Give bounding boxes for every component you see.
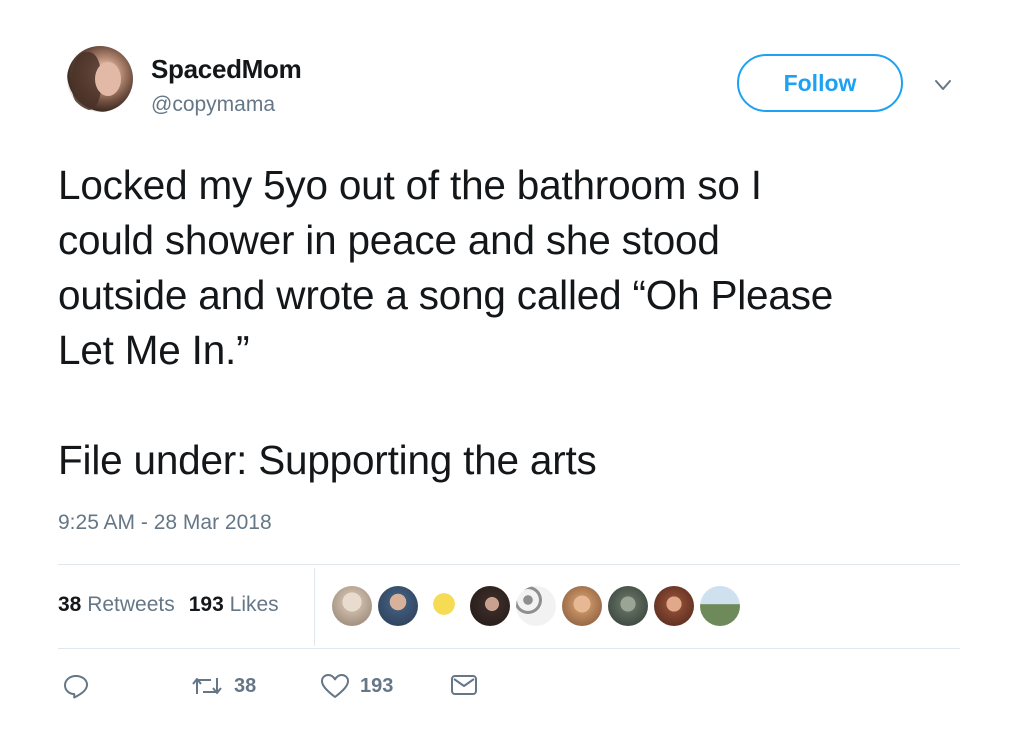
divider-bottom <box>58 648 960 649</box>
tweet-text: Locked my 5yo out of the bathroom so I c… <box>58 162 834 483</box>
tweet-timestamp[interactable]: 9:25 AM - 28 Mar 2018 <box>58 511 272 535</box>
liker-avatar[interactable] <box>470 586 510 626</box>
retweet-action[interactable]: 38 <box>190 672 256 700</box>
retweets-stat[interactable]: 38 Retweets <box>58 593 175 617</box>
liker-avatar[interactable] <box>378 586 418 626</box>
retweet-count: 38 <box>234 674 257 697</box>
stats-separator <box>314 568 315 646</box>
profile-avatar[interactable] <box>67 46 133 112</box>
likes-count: 193 <box>188 593 224 616</box>
display-name[interactable]: SpacedMom <box>151 54 302 85</box>
retweets-label: Retweets <box>87 593 175 616</box>
like-count: 193 <box>360 674 394 697</box>
likes-stat[interactable]: 193 Likes <box>189 593 279 617</box>
retweets-count: 38 <box>58 593 82 616</box>
liker-avatar[interactable] <box>424 586 464 626</box>
like-action[interactable]: 193 <box>320 672 393 700</box>
reply-icon <box>64 675 88 699</box>
user-handle[interactable]: @copymama <box>151 93 275 117</box>
envelope-icon <box>451 675 477 695</box>
reply-action[interactable] <box>62 672 90 700</box>
likes-label: Likes <box>229 593 279 616</box>
divider-top <box>58 564 960 565</box>
direct-message-action[interactable] <box>450 672 478 698</box>
follow-button[interactable]: Follow <box>737 54 903 112</box>
liker-avatar[interactable] <box>608 586 648 626</box>
avatar-face <box>95 62 121 96</box>
liker-avatar[interactable] <box>516 586 556 626</box>
tweet-stats: 38 Retweets 193 Likes <box>58 593 279 617</box>
retweet-icon <box>192 678 222 694</box>
liker-avatar[interactable] <box>332 586 372 626</box>
heart-icon <box>321 674 349 698</box>
liker-avatar[interactable] <box>700 586 740 626</box>
liker-avatar[interactable] <box>654 586 694 626</box>
liker-avatar[interactable] <box>562 586 602 626</box>
liker-avatars <box>332 586 740 626</box>
chevron-down-icon[interactable] <box>932 74 954 96</box>
